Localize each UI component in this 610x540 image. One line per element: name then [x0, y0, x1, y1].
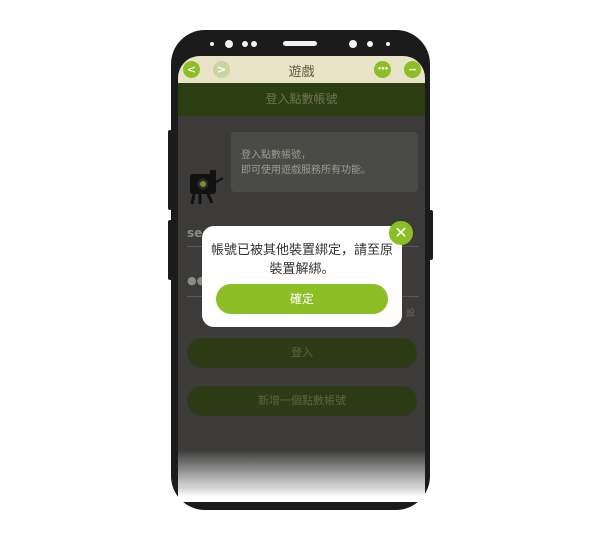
mascot-icon — [190, 170, 224, 205]
account-input-value[interactable]: se — [187, 226, 202, 240]
sensor-dot — [386, 42, 390, 46]
close-icon: ✕ — [394, 223, 408, 242]
more-button[interactable]: ••• — [374, 61, 391, 78]
sensor-dot — [251, 41, 257, 47]
top-bar: < > 遊戲 ••• − — [178, 56, 425, 83]
dialog-message: 帳號已被其他裝置綁定，請至原 裝置解綁。 — [202, 241, 402, 279]
info-line-2: 即可使用遊戲服務所有功能。 — [241, 165, 371, 176]
dialog-message-line-2: 裝置解綁。 — [269, 262, 335, 277]
minimize-icon: − — [407, 63, 418, 76]
sensor-dot — [210, 42, 214, 46]
dialog-message-line-1: 帳號已被其他裝置綁定，請至原 — [210, 243, 393, 258]
info-line-1: 登入點數帳號， — [241, 150, 311, 161]
register-button[interactable]: 新增一個點數帳號 — [187, 386, 417, 416]
sensor-dot — [225, 40, 233, 48]
sensor-dot — [367, 41, 373, 47]
login-button[interactable]: 登入 — [187, 338, 417, 368]
volume-button — [168, 130, 172, 210]
login-banner: 登入點數帳號 — [178, 83, 425, 116]
minimize-button[interactable]: − — [404, 61, 421, 78]
confirm-button[interactable]: 確定 — [216, 284, 388, 314]
bottom-fade — [178, 450, 425, 502]
more-dots-icon: ••• — [377, 65, 388, 73]
close-button[interactable]: ✕ — [389, 221, 413, 245]
alert-dialog: 帳號已被其他裝置綁定，請至原 裝置解綁。 確定 — [202, 226, 402, 327]
sensor-dot — [242, 41, 248, 47]
settings-link[interactable]: 設 — [406, 306, 415, 319]
front-camera — [349, 40, 357, 48]
power-button — [429, 210, 433, 260]
info-bubble: 登入點數帳號， 即可使用遊戲服務所有功能。 — [231, 132, 418, 192]
earpiece-speaker — [283, 41, 317, 46]
bixby-button — [168, 220, 172, 280]
